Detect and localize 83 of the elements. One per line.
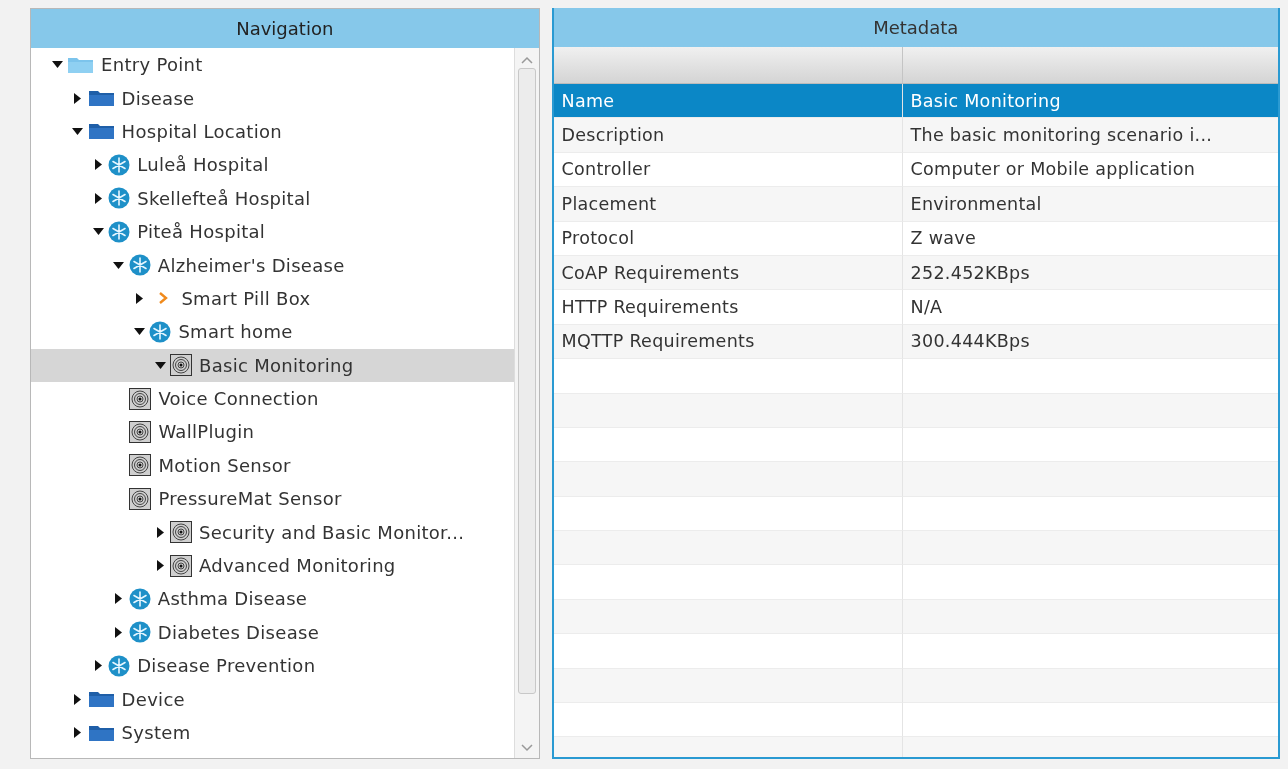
expand-arrow-icon[interactable] <box>115 593 123 605</box>
expand-arrow-icon[interactable] <box>156 560 164 572</box>
expand-arrow-icon[interactable] <box>156 526 164 538</box>
tree-item[interactable]: Security and Basic Monitor... <box>31 515 514 549</box>
tree-item[interactable]: PressureMat Sensor <box>31 482 514 516</box>
sensor-icon <box>129 387 152 410</box>
property-value: Z wave <box>901 221 1278 256</box>
snowflake-icon <box>108 187 131 210</box>
snowflake-icon <box>149 320 172 343</box>
scroll-up-icon[interactable] <box>520 56 533 64</box>
tree-item[interactable]: Disease Prevention <box>31 649 514 683</box>
expand-arrow-icon[interactable] <box>135 292 143 304</box>
tree-item[interactable]: Voice Connection <box>31 381 514 416</box>
property-value: 252.452KBps <box>901 255 1278 291</box>
tree-item[interactable]: Diabetes Disease <box>31 615 514 650</box>
folder-icon <box>87 690 115 709</box>
tree-item[interactable]: Alzheimer's Disease <box>31 248 514 282</box>
chevron-icon <box>157 291 170 306</box>
scrollbar[interactable] <box>513 48 539 758</box>
property-name: Description <box>553 118 902 153</box>
table-row[interactable]: Name Basic Monitoring <box>553 84 1278 119</box>
expand-arrow-icon[interactable] <box>94 159 102 171</box>
property-name: CoAP Requirements <box>553 255 902 291</box>
table-row[interactable]: Placement Environmental <box>553 187 1278 222</box>
tree-item[interactable]: WallPlugin <box>31 415 514 449</box>
property-name: HTTP Requirements <box>553 290 902 325</box>
folder-icon <box>87 122 115 141</box>
table-row[interactable]: Protocol Z wave <box>553 221 1278 256</box>
tree-item[interactable]: Entry Point <box>31 48 514 82</box>
collapse-arrow-icon[interactable] <box>92 228 104 236</box>
collapse-arrow-icon[interactable] <box>72 127 84 135</box>
collapse-arrow-icon[interactable] <box>113 261 125 269</box>
panel-title: Metadata <box>873 17 959 38</box>
property-value: The basic monitoring scenario i... <box>901 118 1278 153</box>
tree-item[interactable]: System <box>31 715 514 750</box>
collapse-arrow-icon[interactable] <box>133 328 145 336</box>
tree-item[interactable]: Smart home <box>31 315 514 349</box>
property-name: Protocol <box>553 221 902 256</box>
table-row[interactable]: HTTP Requirements N/A <box>553 290 1278 325</box>
tree-item[interactable]: Disease <box>31 81 514 115</box>
table-row[interactable]: CoAP Requirements 252.452KBps <box>553 255 1278 291</box>
sensor-icon <box>170 521 192 544</box>
tree-item[interactable]: Device <box>31 682 514 716</box>
scroll-down-icon[interactable] <box>520 744 533 752</box>
table-row[interactable]: Description The basic monitoring scenario i... <box>553 118 1278 153</box>
collapse-arrow-icon[interactable] <box>154 361 166 369</box>
table-row[interactable]: MQTTP Requirements 300.444KBps <box>553 324 1278 360</box>
expand-arrow-icon[interactable] <box>74 727 82 738</box>
property-name: Placement <box>553 187 902 222</box>
expand-arrow-icon[interactable] <box>115 626 123 638</box>
collapse-arrow-icon[interactable] <box>51 61 63 69</box>
property-name: MQTTP Requirements <box>553 324 902 360</box>
tree-item[interactable]: Advanced Monitoring <box>31 548 514 583</box>
snowflake-icon <box>128 254 151 277</box>
property-value: Environmental <box>901 187 1278 222</box>
sensor-icon <box>170 354 192 377</box>
tree-item[interactable]: Skellefteå Hospital <box>31 181 514 215</box>
property-value: 300.444KBps <box>901 324 1278 360</box>
expand-arrow-icon[interactable] <box>94 192 102 204</box>
tree-item[interactable]: Luleå Hospital <box>31 148 514 182</box>
sensor-icon <box>129 487 152 510</box>
tree-item[interactable]: Smart Pill Box <box>31 281 514 316</box>
tree-item[interactable]: Motion Sensor <box>31 448 514 483</box>
sensor-icon <box>170 554 192 577</box>
snowflake-icon <box>108 153 131 176</box>
tree-item[interactable]: Hospital Location <box>31 114 514 149</box>
tree-item[interactable]: Piteå Hospital <box>31 214 514 249</box>
property-value: N/A <box>901 290 1278 325</box>
snowflake-icon <box>128 587 151 610</box>
panel-title: Navigation <box>236 18 334 39</box>
sensor-icon <box>129 421 152 443</box>
expand-arrow-icon[interactable] <box>74 92 82 104</box>
snowflake-icon <box>108 654 131 677</box>
folder-icon <box>87 89 115 108</box>
expand-arrow-icon[interactable] <box>74 693 82 705</box>
folder-icon <box>87 723 115 742</box>
snowflake-icon <box>128 621 151 644</box>
expand-arrow-icon[interactable] <box>94 660 102 672</box>
tree-item[interactable]: Asthma Disease <box>31 582 514 616</box>
snowflake-icon <box>108 220 131 243</box>
folder-icon <box>67 55 94 74</box>
sensor-icon <box>129 454 152 477</box>
tree-item[interactable]: Basic Monitoring <box>31 348 514 382</box>
